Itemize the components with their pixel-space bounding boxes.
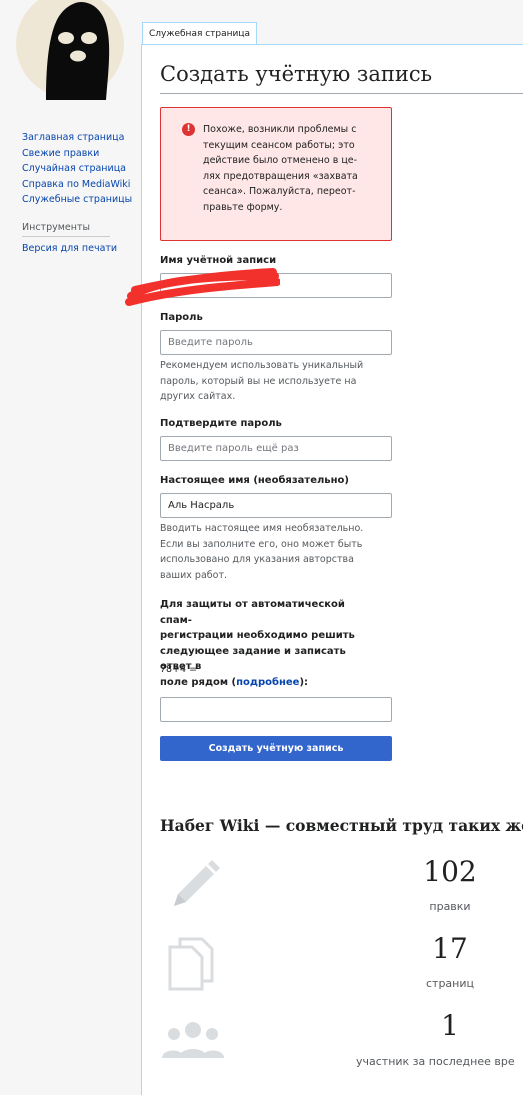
stat-pages-number: 17 [432,932,468,965]
error-icon: ! [182,123,195,136]
balaclava-icon [46,2,110,100]
confirm-password-field[interactable]: Введите пароль ещё раз [160,436,392,461]
sidebar-item-recent-changes[interactable]: Свежие правки [22,146,140,162]
stat-edits-number: 102 [423,855,477,888]
error-message: Похоже, возникли проблемы с текущим сеан… [203,122,373,215]
captcha-line-end: ): [299,676,309,688]
help-line: использовано для указания авторства [160,554,354,565]
sidebar-item-special-pages[interactable]: Служебные страницы [22,192,140,208]
sidebar-item-main-page[interactable]: Заглавная страница [22,130,140,146]
sidebar-item-random-page[interactable]: Случайная страница [22,161,140,177]
captcha-line: Для защиты от автоматической спам- [160,599,345,626]
page-title: Создать учётную запись [160,62,433,86]
error-line: Похоже, возникли проблемы с [203,124,357,135]
captcha-instructions: Для защиты от автоматической спам- регис… [160,597,380,690]
realname-field[interactable]: Аль Насраль [160,493,392,518]
site-logo[interactable] [16,0,124,100]
username-label: Имя учётной записи [160,255,277,266]
realname-help: Вводить настоящее имя необязательно. Есл… [160,521,392,583]
password-field[interactable]: Введите пароль [160,330,392,355]
help-line: ваших работ. [160,569,228,581]
redaction-scribble [125,268,280,306]
sidebar-item-help[interactable]: Справка по MediaWiki [22,177,140,193]
error-line: текущим сеансом работы; это [203,139,355,151]
sidebar: Заглавная страница Свежие правки Случайн… [22,130,140,256]
error-message-box: ! Похоже, возникли проблемы с текущим се… [160,107,392,241]
stat-edits-label: правки [429,900,471,913]
pencil-icon [174,860,220,906]
captcha-line: регистрации необходимо решить [160,630,355,641]
captcha-question: 78+4 = [160,664,198,675]
captcha-answer-field[interactable] [160,697,392,722]
tools-heading: Инструменты [22,222,110,237]
captcha-line-last: поле рядом (подробнее): [160,675,380,691]
tab-special-page[interactable]: Служебная страница [142,22,258,44]
help-line: других сайтах. [160,391,236,402]
tools-list: Версия для печати [22,241,140,257]
help-line: пароль, который вы не используете на [160,375,357,387]
error-line: сеанса». Пожалуйста, переот- [203,186,356,197]
help-line: Рекомендуем использовать уникальный [160,360,364,371]
realname-label: Настоящее имя (необязательно) [160,475,349,486]
title-divider [160,93,523,94]
stats-title: Набег Wiki — совместный труд таких же [160,816,523,835]
captcha-line: поле рядом ( [160,676,237,688]
captcha-more-link[interactable]: подробнее [236,677,299,688]
help-line: Вводить настоящее имя необязательно. [160,523,364,534]
error-line: действие было отменено в це- [203,155,358,166]
stat-users-label: участник за последнее вре [356,1055,515,1068]
help-line: Если вы заполните его, оно может быть [160,538,363,550]
stat-pages-label: страниц [425,977,474,990]
users-icon [162,1022,224,1058]
password-help: Рекомендуем использовать уникальный паро… [160,358,392,405]
error-line: правьте форму. [203,201,283,213]
pages-icon [168,937,214,991]
stat-users-number: 1 [441,1009,459,1042]
password-label: Пароль [160,312,203,323]
confirm-password-label: Подтвердите пароль [160,418,282,429]
create-account-button[interactable]: Создать учётную запись [160,736,392,761]
sidebar-item-print-version[interactable]: Версия для печати [22,241,140,257]
error-line: лях предотвращения «захвата [203,170,358,182]
